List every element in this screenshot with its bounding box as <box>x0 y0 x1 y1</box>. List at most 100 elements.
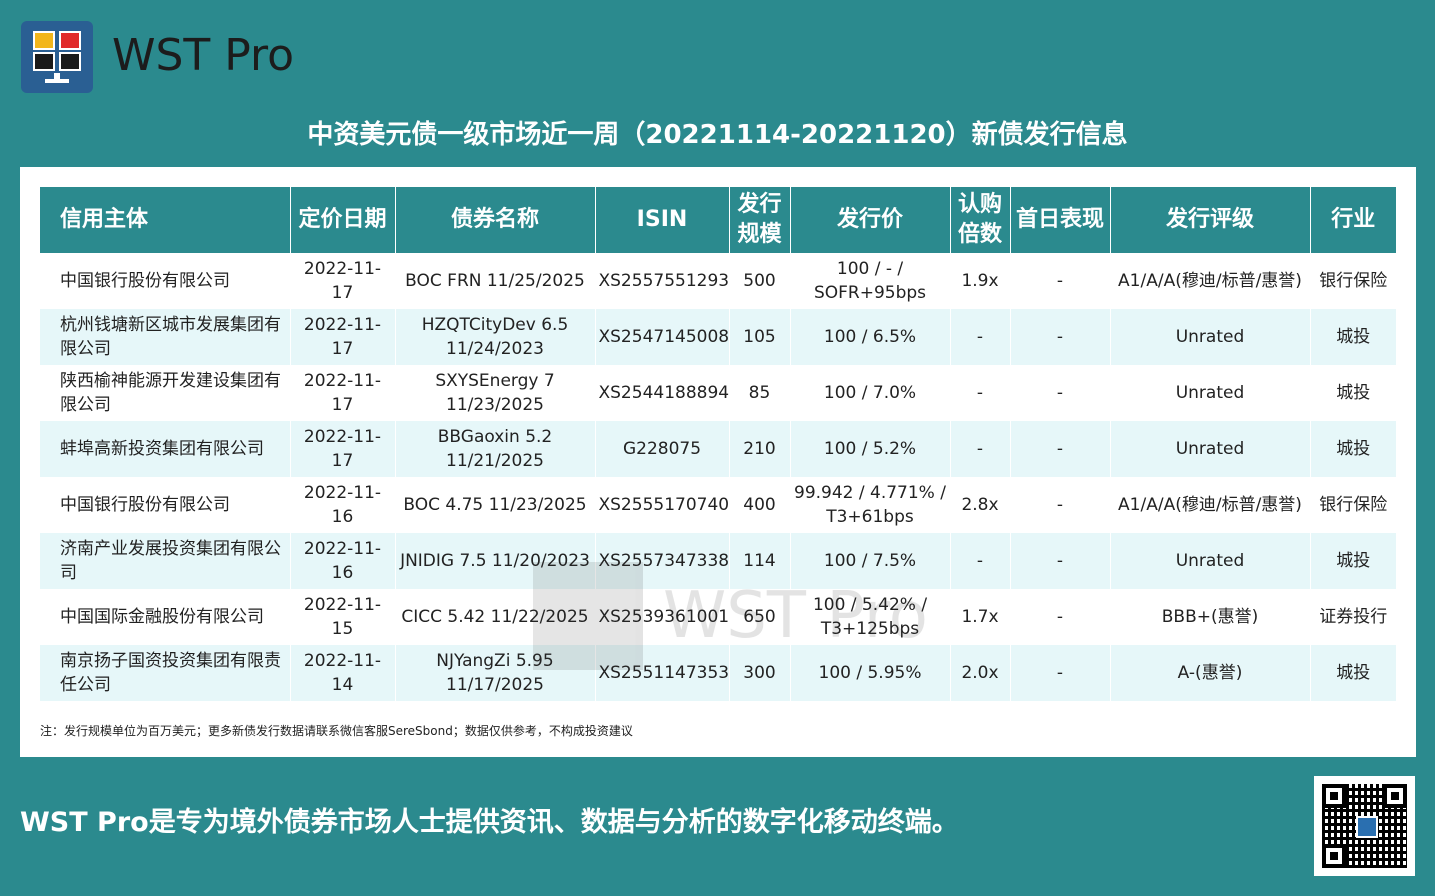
column-header: 定价日期 <box>289 187 395 253</box>
table-cell: NJYangZi 5.95 11/17/2025 <box>394 645 595 701</box>
table-row: 南京扬子国资投资集团有限责任公司 2022-11-14 NJYangZi 5.95 … <box>40 645 1396 701</box>
table-cell: 济南产业发展投资集团有限公司 <box>40 533 290 589</box>
table-cell: - <box>1009 421 1110 477</box>
table-cell: Unrated <box>1109 421 1310 477</box>
table-cell: XS2539361001 <box>594 589 729 645</box>
table-cell: BBB+(惠誉) <box>1109 589 1310 645</box>
footnote: 注：发行规模单位为百万美元；更多新债发行数据请联系微信客服SereSbond；数… <box>40 724 633 738</box>
column-header: 发行价 <box>789 187 950 253</box>
column-header: 发行评级 <box>1109 187 1310 253</box>
table-cell: 114 <box>728 533 790 589</box>
table-cell: 400 <box>728 477 790 533</box>
column-header: ISIN <box>594 187 729 253</box>
table-cell: 城投 <box>1309 309 1396 365</box>
table-cell: 2022-11-16 <box>289 477 395 533</box>
table-cell: - <box>1009 589 1110 645</box>
table-cell: CICC 5.42 11/22/2025 <box>394 589 595 645</box>
table-cell: 2022-11-17 <box>289 309 395 365</box>
table-row: 中国国际金融股份有限公司 2022-11-15 CICC 5.42 11/22/20… <box>40 589 1396 645</box>
table-cell: 城投 <box>1309 365 1396 421</box>
table-cell: 500 <box>728 253 790 309</box>
table-cell: - <box>1009 309 1110 365</box>
brand-name: WST Pro <box>112 30 295 81</box>
table-cell: 300 <box>728 645 790 701</box>
table-cell: G228075 <box>594 421 729 477</box>
table-cell: BOC FRN 11/25/2025 <box>394 253 595 309</box>
table-cell: Unrated <box>1109 533 1310 589</box>
table-cell: - <box>949 533 1010 589</box>
table-panel: 信用主体 定价日期 债券名称 ISIN 发行规模 发行价 认购倍数 首日表现 发行评级 行业 中国… <box>20 167 1416 757</box>
table-cell: 105 <box>728 309 790 365</box>
table-cell: - <box>949 365 1010 421</box>
table-cell: JNIDIG 7.5 11/20/2023 <box>394 533 595 589</box>
column-header: 信用主体 <box>40 187 290 253</box>
table-cell: 2.0x <box>949 645 1010 701</box>
table-cell: 2022-11-17 <box>289 253 395 309</box>
table-cell: Unrated <box>1109 365 1310 421</box>
table-cell: 陕西榆神能源开发建设集团有限公司 <box>60 371 281 415</box>
table-cell: 南京扬子国资投资集团有限责任公司 <box>40 645 290 701</box>
table-cell: 证券投行 <box>1309 589 1396 645</box>
table-cell: XS2557347338 <box>594 533 729 589</box>
table-row: 蚌埠高新投资集团有限公司 2022-11-17 BBGaoxin 5.2 11/21… <box>40 421 1396 477</box>
column-header: 首日表现 <box>1009 187 1110 253</box>
table-cell: - <box>1009 477 1110 533</box>
column-header: 债券名称 <box>394 187 595 253</box>
bond-issuance-table: 信用主体 定价日期 债券名称 ISIN 发行规模 发行价 认购倍数 首日表现 发行评级 行业 中国… <box>40 187 1396 701</box>
table-cell: 2022-11-15 <box>289 589 395 645</box>
table-cell: XS2555170740 <box>594 477 729 533</box>
table-cell: 100 / 5.95% <box>789 645 950 701</box>
table-cell: 1.7x <box>949 589 1010 645</box>
monitor-logo-icon <box>21 21 93 93</box>
table-cell: SXYSEnergy 7 11/23/2025 <box>394 365 595 421</box>
table-cell: - <box>949 421 1010 477</box>
table-row: 济南产业发展投资集团有限公司 2022-11-16 JNIDIG 7.5 11/20… <box>40 533 1396 589</box>
table-cell: XS2557551293 <box>594 253 729 309</box>
column-header: 认购倍数 <box>949 187 1010 253</box>
table-cell: - <box>1009 365 1110 421</box>
table-cell: A1/A/A(穆迪/标普/惠誉) <box>1109 253 1310 309</box>
table-cell: 城投 <box>1309 421 1396 477</box>
table-cell: 2022-11-17 <box>289 421 395 477</box>
table-cell: 城投 <box>1309 645 1396 701</box>
table-cell: 100 / 7.5% <box>789 533 950 589</box>
table-header-row: 信用主体 定价日期 债券名称 ISIN 发行规模 发行价 认购倍数 首日表现 发行评级 行业 <box>40 187 1396 253</box>
table-cell: 100 / - / SOFR+95bps <box>789 253 950 309</box>
table-cell: 100 / 5.42% / T3+125bps <box>789 589 950 645</box>
table-cell: 中国银行股份有限公司 <box>60 271 230 291</box>
table-cell: 99.942 / 4.771% / T3+61bps <box>789 477 950 533</box>
table-cell: 杭州钱塘新区城市发展集团有限公司 <box>40 309 290 365</box>
qr-code-icon <box>1314 776 1415 876</box>
table-cell: XS2547145008 <box>594 309 729 365</box>
footer-tagline: WST Pro是专为境外债券市场人士提供资讯、数据与分析的数字化移动终端。 <box>20 807 959 838</box>
table-cell: 银行保险 <box>1309 253 1396 309</box>
table-cell: 2022-11-17 <box>289 365 395 421</box>
table-row: 陕西榆神能源开发建设集团有限公司 2022-11-17 SXYSEnergy 7 1… <box>40 365 1396 421</box>
table-cell: A1/A/A(穆迪/标普/惠誉) <box>1109 477 1310 533</box>
table-cell: BOC 4.75 11/23/2025 <box>394 477 595 533</box>
table-row: 中国银行股份有限公司 2022-11-17 BOC FRN 11/25/2025 XS… <box>40 253 1396 309</box>
table-cell: 2022-11-16 <box>289 533 395 589</box>
table-cell: 85 <box>728 365 790 421</box>
table-cell: 100 / 5.2% <box>789 421 950 477</box>
table-cell: 中国国际金融股份有限公司 <box>60 607 264 627</box>
table-cell: 银行保险 <box>1309 477 1396 533</box>
table-cell: Unrated <box>1109 309 1310 365</box>
table-cell: A-(惠誉) <box>1109 645 1310 701</box>
table-row: 杭州钱塘新区城市发展集团有限公司 2022-11-17 HZQTCityDev 6.… <box>40 309 1396 365</box>
table-cell: XS2544188894 <box>594 365 729 421</box>
table-cell: 2.8x <box>949 477 1010 533</box>
table-cell: 中国银行股份有限公司 <box>60 495 230 515</box>
table-cell: - <box>949 309 1010 365</box>
table-cell: 城投 <box>1309 533 1396 589</box>
table-cell: BBGaoxin 5.2 11/21/2025 <box>394 421 595 477</box>
table-cell: XS2551147353 <box>594 645 729 701</box>
table-cell: HZQTCityDev 6.5 11/24/2023 <box>394 309 595 365</box>
table-cell: - <box>1009 533 1110 589</box>
table-cell: 1.9x <box>949 253 1010 309</box>
table-cell: - <box>1009 253 1110 309</box>
table-cell: 2022-11-14 <box>289 645 395 701</box>
column-header: 行业 <box>1309 187 1396 253</box>
table-cell: - <box>1009 645 1110 701</box>
column-header: 发行规模 <box>728 187 790 253</box>
